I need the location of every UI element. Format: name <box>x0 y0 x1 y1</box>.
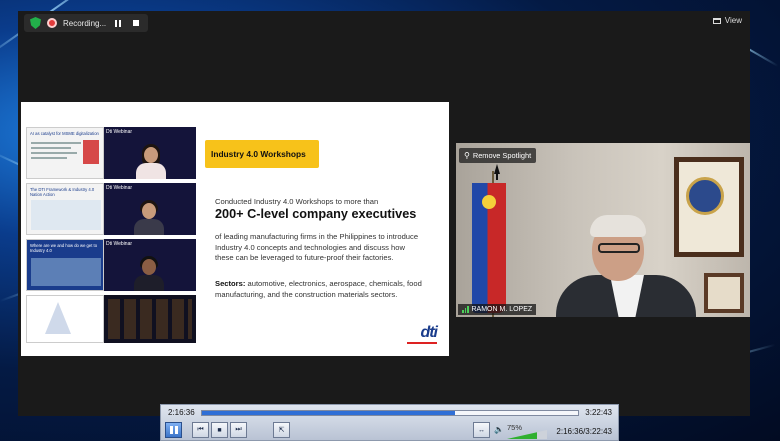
thumb-speaker-2: Dti Webinar <box>104 183 196 235</box>
signal-icon <box>462 306 469 313</box>
thumb-slide-1: AI as catalyst for MSME digitalization <box>26 127 104 179</box>
recording-indicator: Recording... <box>24 14 149 32</box>
pause-icon <box>169 426 178 434</box>
thumb-slide-3: Where are we and how do we get to Indust… <box>26 239 104 291</box>
slide-thumbnail-collage: AI as catalyst for MSME digitalization D… <box>26 127 196 345</box>
stop-button[interactable]: ■ <box>211 422 228 438</box>
thumb-group-gallery <box>104 295 196 343</box>
thumb-slide-4 <box>26 295 104 343</box>
total-time: 3:22:43 <box>585 408 612 417</box>
next-button[interactable]: ⏭ <box>230 422 247 438</box>
time-readout: 2:16:36/3:22:43 <box>556 427 612 436</box>
philippine-flag <box>472 183 506 313</box>
skip-forward-icon: ⏭ <box>235 426 242 433</box>
sectors-text: automotive, electronics, aerospace, chem… <box>215 279 422 299</box>
thumb-speaker-1: Dti Webinar <box>104 127 196 179</box>
zoom-top-bar: Recording... View <box>18 11 750 35</box>
seek-bar[interactable] <box>201 410 579 416</box>
thumb-webinar-title: Dti Webinar <box>106 129 133 135</box>
thumb-title: AI as catalyst for MSME digitalization <box>30 131 99 136</box>
view-label: View <box>724 16 742 25</box>
play-pause-button[interactable] <box>165 422 182 438</box>
zoom-window: Recording... View AI as catalyst for MSM… <box>18 11 750 416</box>
thumb-title: Where are we and how do we get to Indust… <box>30 243 98 253</box>
dti-logo-text: dti <box>420 324 438 341</box>
remove-spotlight-button[interactable]: ⚲ Remove Spotlight <box>459 148 537 163</box>
pause-recording-button[interactable] <box>112 17 124 29</box>
volume-icon[interactable]: 🔈 <box>494 425 504 434</box>
previous-button[interactable]: ⏮ <box>192 422 209 438</box>
sectors-label: Sectors: <box>215 279 246 288</box>
sun-icon <box>482 195 496 209</box>
thumb-webinar-title: Dti Webinar <box>106 241 133 247</box>
pin-icon: ⚲ <box>464 151 470 160</box>
aspect-ratio-button[interactable]: ↔ <box>473 422 490 438</box>
recording-label: Recording... <box>63 18 107 28</box>
slide-banner: Industry 4.0 Workshops <box>205 140 319 168</box>
speaker-video: ⚲ Remove Spotlight RAMON M. LOPEZ <box>456 143 750 317</box>
speaker-person <box>556 213 696 317</box>
pause-icon <box>115 19 122 27</box>
dti-logo: dti <box>407 324 438 344</box>
slide-intro-text: Conducted Industry 4.0 Workshops to more… <box>215 197 379 206</box>
stop-icon <box>133 20 140 26</box>
fullscreen-icon: ⇱ <box>278 427 285 434</box>
seek-progress <box>202 411 456 415</box>
view-button[interactable]: View <box>712 16 742 25</box>
spotlight-label: Remove Spotlight <box>472 151 532 160</box>
volume-percent: 75% <box>507 423 523 432</box>
thumb-title: The DTI Framework & Industry 4.0 Nation … <box>30 187 95 197</box>
mouse-cursor-icon <box>494 164 500 180</box>
participant-name-label: RAMON M. LOPEZ <box>458 304 537 315</box>
current-time: 2:16:36 <box>168 408 195 417</box>
seal-icon <box>686 177 724 215</box>
thumb-webinar-title: Dti Webinar <box>106 185 133 191</box>
thumb-speaker-3: Dti Webinar <box>104 239 196 291</box>
glasses-icon <box>598 243 640 253</box>
stop-icon: ■ <box>217 426 222 434</box>
media-player-controls: 2:16:36 3:22:43 ⏮ ■ ⏭ ⇱ ↔ 🔈 75% 2:16:36/… <box>160 404 619 441</box>
slide-sectors: Sectors: automotive, electronics, aerosp… <box>215 279 427 300</box>
small-photo-frame <box>704 273 744 313</box>
stop-recording-button[interactable] <box>130 17 142 29</box>
aspect-icon: ↔ <box>478 426 485 434</box>
slide-description: of leading manufacturing firms in the Ph… <box>215 232 419 263</box>
participant-name: RAMON M. LOPEZ <box>471 306 533 313</box>
thumb-slide-2: The DTI Framework & Industry 4.0 Nation … <box>26 183 104 235</box>
shared-slide: AI as catalyst for MSME digitalization D… <box>21 102 449 356</box>
shield-icon <box>30 17 41 29</box>
fullscreen-button[interactable]: ⇱ <box>273 422 290 438</box>
skip-back-icon: ⏮ <box>197 426 204 433</box>
record-icon <box>47 18 57 28</box>
slide-headline: 200+ C-level company executives <box>215 207 417 221</box>
grid-view-icon <box>712 17 721 24</box>
